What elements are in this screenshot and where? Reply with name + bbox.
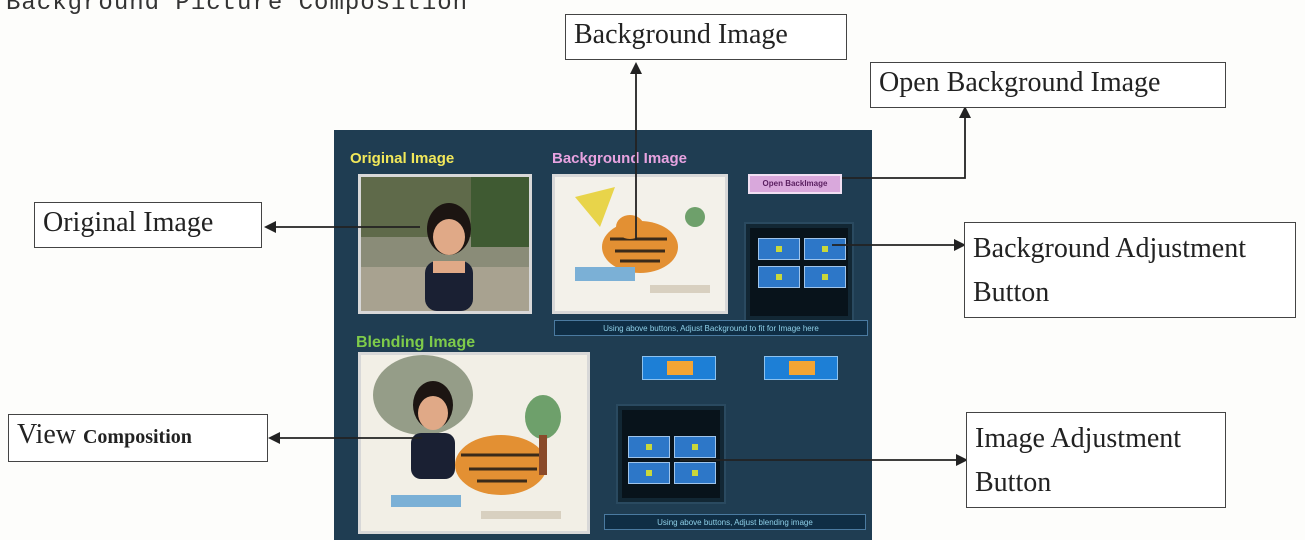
callout-background-adjustment-line2: Button bbox=[973, 277, 1050, 308]
next-arrow-button[interactable] bbox=[764, 356, 838, 380]
background-adjust-button-4[interactable] bbox=[804, 266, 846, 288]
background-tiger-art bbox=[555, 177, 725, 311]
callout-view-prefix: View bbox=[17, 419, 76, 450]
blending-hint: Using above buttons, Adjust blending ima… bbox=[604, 514, 866, 530]
background-adjustment-pad bbox=[744, 222, 854, 322]
original-image-preview bbox=[358, 174, 532, 314]
callout-view-composition: View Composition bbox=[8, 414, 268, 462]
diagram-header: Background Picture Composition bbox=[6, 0, 469, 17]
image-adjustment-pad bbox=[616, 404, 726, 504]
background-image-label: Background Image bbox=[552, 150, 688, 167]
left-arrow-icon bbox=[667, 361, 693, 375]
image-adjust-button-1[interactable] bbox=[628, 436, 670, 458]
original-image-label: Original Image bbox=[350, 150, 455, 167]
right-arrow-icon bbox=[789, 361, 815, 375]
callout-open-background-image: Open Background Image bbox=[870, 62, 1226, 108]
callout-image-adjustment: Image Adjustment Button bbox=[966, 412, 1226, 508]
image-adjust-button-3[interactable] bbox=[628, 462, 670, 484]
image-adjust-button-4[interactable] bbox=[674, 462, 716, 484]
app-window: Original Image Background Image Open Bac bbox=[334, 130, 872, 540]
callout-background-adjustment-line1: Background Adjustment bbox=[973, 233, 1246, 264]
background-adjust-button-3[interactable] bbox=[758, 266, 800, 288]
callout-image-adjustment-line1: Image Adjustment bbox=[975, 423, 1182, 454]
callout-background-image: Background Image bbox=[565, 14, 847, 60]
background-image-preview bbox=[552, 174, 728, 314]
blending-composite-art bbox=[361, 355, 587, 531]
callout-original-image: Original Image bbox=[34, 202, 262, 248]
callout-background-adjustment: Background Adjustment Button bbox=[964, 222, 1296, 318]
original-photo-art bbox=[361, 177, 529, 311]
background-adjust-button-1[interactable] bbox=[758, 238, 800, 260]
previous-arrow-button[interactable] bbox=[642, 356, 716, 380]
callout-view-composition-text: Composition bbox=[82, 426, 192, 448]
callout-image-adjustment-line2: Button bbox=[975, 467, 1052, 498]
image-adjust-button-2[interactable] bbox=[674, 436, 716, 458]
background-hint: Using above buttons, Adjust Background t… bbox=[554, 320, 868, 336]
blending-image-preview bbox=[358, 352, 590, 534]
open-background-image-button[interactable]: Open BackImage bbox=[748, 174, 842, 194]
blending-image-label: Blending Image bbox=[356, 334, 476, 351]
background-adjust-button-2[interactable] bbox=[804, 238, 846, 260]
